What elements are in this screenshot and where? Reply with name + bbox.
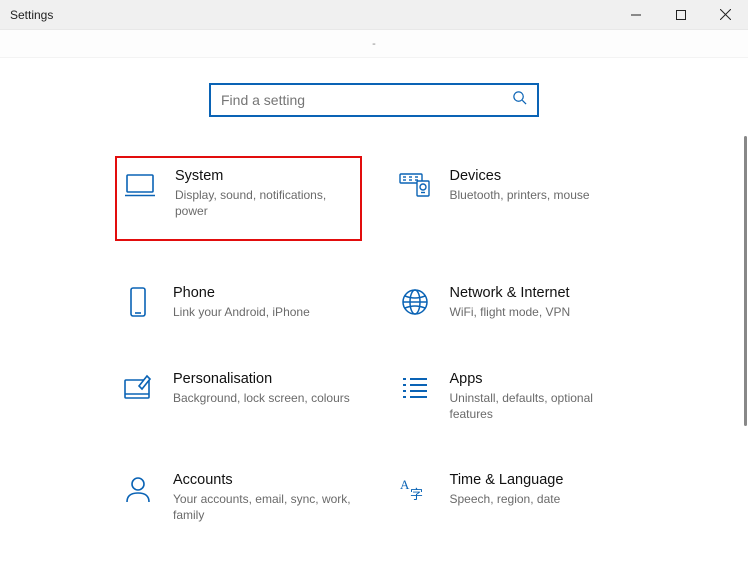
tile-desc: Speech, region, date <box>450 491 564 507</box>
tile-system[interactable]: System Display, sound, notifications, po… <box>115 156 362 241</box>
apps-icon <box>398 371 432 405</box>
search-box[interactable] <box>209 83 539 117</box>
tile-label: Accounts <box>173 472 353 488</box>
tile-label: System <box>175 168 354 184</box>
devices-icon <box>398 168 432 202</box>
phone-icon <box>121 285 155 319</box>
tile-label: Apps <box>450 371 630 387</box>
search-wrap <box>0 58 748 117</box>
tile-desc: Link your Android, iPhone <box>173 304 310 320</box>
tile-phone[interactable]: Phone Link your Android, iPhone <box>115 279 362 326</box>
svg-text:字: 字 <box>410 487 423 502</box>
search-icon <box>512 90 527 110</box>
tile-devices[interactable]: Devices Bluetooth, printers, mouse <box>392 162 639 241</box>
tile-desc: Background, lock screen, colours <box>173 390 350 406</box>
search-input[interactable] <box>221 92 501 108</box>
tile-network[interactable]: Network & Internet WiFi, flight mode, VP… <box>392 279 639 326</box>
tile-desc: Bluetooth, printers, mouse <box>450 187 590 203</box>
minimize-button[interactable] <box>613 0 658 29</box>
tile-label: Network & Internet <box>450 285 571 301</box>
tile-label: Devices <box>450 168 590 184</box>
personalisation-icon <box>121 371 155 405</box>
tile-label: Personalisation <box>173 371 350 387</box>
display-icon <box>123 168 157 202</box>
tile-apps[interactable]: Apps Uninstall, defaults, optional featu… <box>392 365 639 428</box>
window-controls <box>613 0 748 29</box>
tile-time[interactable]: A 字 Time & Language Speech, region, date <box>392 466 639 529</box>
time-language-icon: A 字 <box>398 472 432 506</box>
svg-text:A: A <box>400 477 410 492</box>
window-titlebar: Settings <box>0 0 748 30</box>
tile-personalisation[interactable]: Personalisation Background, lock screen,… <box>115 365 362 428</box>
header-strip: - <box>0 30 748 58</box>
maximize-button[interactable] <box>658 0 703 29</box>
tile-accounts[interactable]: Accounts Your accounts, email, sync, wor… <box>115 466 362 529</box>
tile-desc: Your accounts, email, sync, work, family <box>173 491 353 523</box>
tile-desc: Uninstall, defaults, optional features <box>450 390 630 422</box>
tile-desc: Display, sound, notifications, power <box>175 187 354 219</box>
settings-grid: System Display, sound, notifications, po… <box>0 117 748 529</box>
globe-icon <box>398 285 432 319</box>
settings-content: System Display, sound, notifications, po… <box>0 58 748 571</box>
tile-desc: WiFi, flight mode, VPN <box>450 304 571 320</box>
scrollbar[interactable] <box>744 136 747 426</box>
tile-label: Phone <box>173 285 310 301</box>
tile-label: Time & Language <box>450 472 564 488</box>
window-title: Settings <box>10 8 53 22</box>
accounts-icon <box>121 472 155 506</box>
close-button[interactable] <box>703 0 748 29</box>
